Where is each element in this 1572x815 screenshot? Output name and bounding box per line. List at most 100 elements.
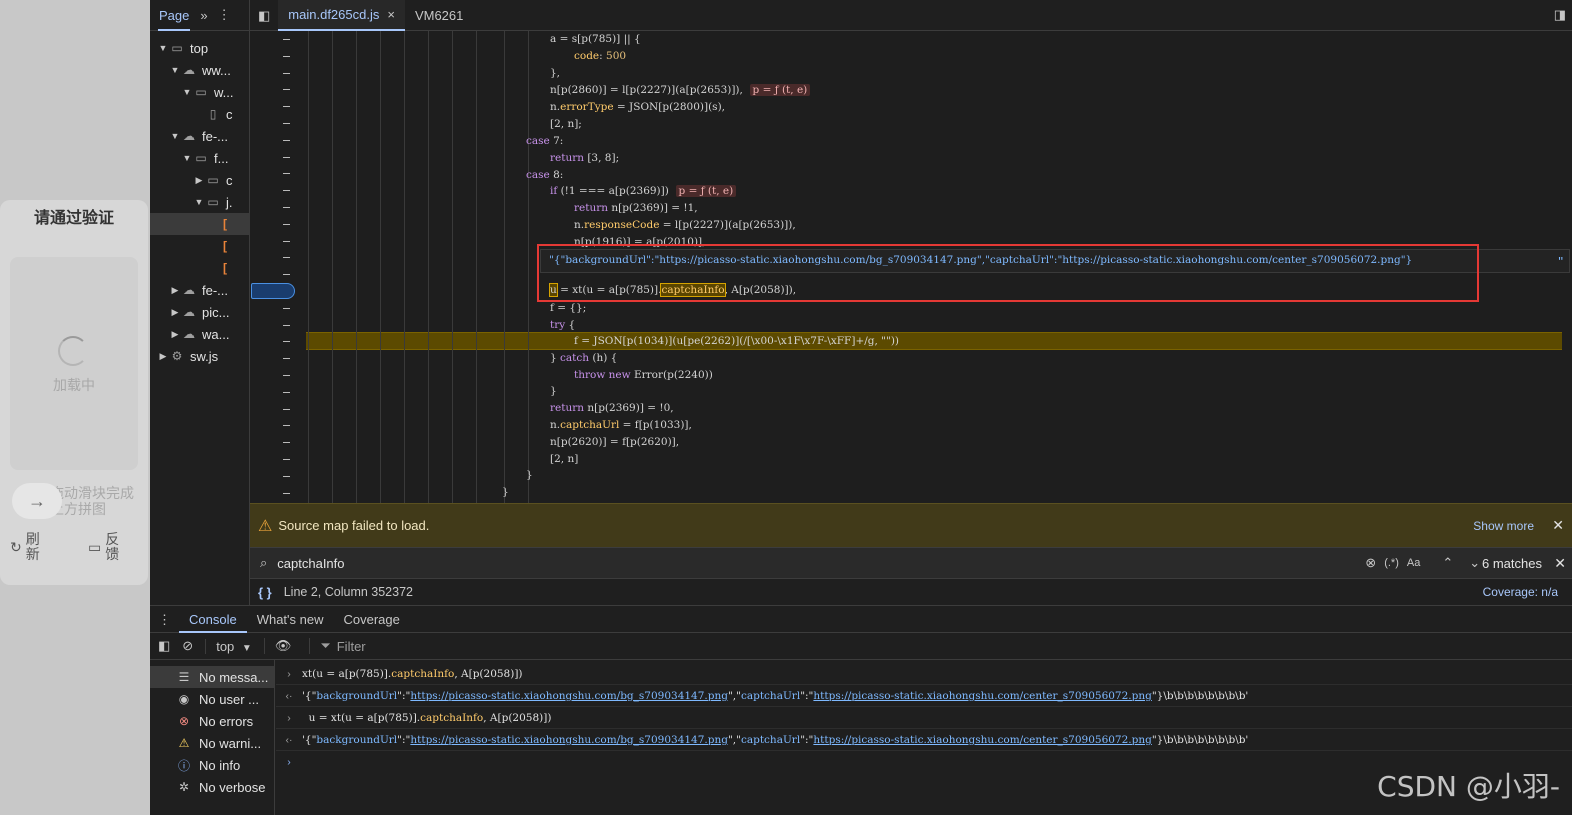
tab-vm6261[interactable]: VM6261 [405, 0, 473, 31]
sidebar-toggle-icon[interactable]: ◧ [158, 638, 170, 654]
code-line[interactable]: n[p(2620)] = f[p(2620)], [550, 434, 679, 451]
match-case-toggle[interactable]: Aa [1407, 557, 1420, 569]
code-line[interactable]: a = s[p(785)] || { [550, 31, 641, 48]
tree-item[interactable]: ▼ ▭ j. [150, 191, 250, 213]
collapsed-triangle-icon[interactable]: ▶ [194, 175, 204, 186]
drawer-menu-icon[interactable]: ⋮ [150, 606, 179, 633]
console-input-line[interactable]: › xt(u = a[p(785)].captchaInfo, A[p(2058)… [276, 663, 1572, 685]
console-sidebar-item[interactable]: ✲ No verbose [150, 776, 274, 798]
toggle-debugger-icon[interactable]: ◨ [1554, 7, 1566, 23]
tree-item[interactable]: ▯ c [150, 103, 250, 125]
code-line[interactable]: } [526, 467, 533, 484]
gutter-marker[interactable] [283, 139, 290, 141]
gutter-marker[interactable] [283, 408, 290, 410]
console-result-line[interactable]: ‹· '{"backgroundUrl":"https://picasso-sta… [276, 685, 1572, 707]
code-line[interactable]: n.captchaUrl = f[p(1033)], [550, 417, 692, 434]
code-line[interactable]: n[p(2860)] = l[p(2227)](a[p(2653)]), p =… [550, 82, 811, 99]
code-line[interactable]: if (!1 === a[p(2369)]) p = ƒ (t, e) [550, 183, 737, 200]
tree-item[interactable]: ▶ ☁ fe-... [150, 279, 250, 301]
close-icon[interactable]: × [387, 0, 395, 30]
code-line[interactable]: try { [550, 317, 575, 334]
gutter-marker[interactable] [283, 492, 290, 494]
show-more-link[interactable]: Show more [1473, 519, 1534, 533]
refresh-button[interactable]: ↻ 刷新 [10, 530, 65, 564]
gutter-marker[interactable] [283, 240, 290, 242]
tree-item[interactable]: [ [150, 257, 250, 279]
code-line[interactable]: return n[p(2369)] = !0, [550, 400, 674, 417]
toggle-navigator-icon[interactable]: ◧ [250, 0, 278, 31]
breakpoint-marker[interactable] [251, 283, 295, 299]
gutter-marker[interactable] [283, 207, 290, 208]
clear-console-icon[interactable]: ⊘ [182, 638, 193, 654]
more-tabs-icon[interactable]: » [200, 8, 207, 23]
tree-item[interactable]: ▼ ☁ ww... [150, 59, 250, 81]
tree-item[interactable]: ▶ ☁ pic... [150, 301, 250, 323]
expanded-triangle-icon[interactable]: ▼ [182, 153, 192, 163]
collapsed-triangle-icon[interactable]: ▶ [170, 307, 180, 318]
collapsed-triangle-icon[interactable]: ▶ [170, 285, 180, 296]
close-icon[interactable]: ✕ [1552, 517, 1564, 534]
gutter-marker[interactable] [283, 475, 290, 477]
collapsed-triangle-icon[interactable]: ▶ [170, 329, 180, 340]
code-line[interactable]: return [3, 8]; [550, 150, 619, 167]
expanded-triangle-icon[interactable]: ▼ [158, 43, 168, 53]
console-filter[interactable]: ⏷ Filter [309, 638, 366, 654]
gutter-marker[interactable] [283, 123, 290, 124]
tree-item[interactable]: [ [150, 235, 250, 257]
gutter-marker[interactable] [283, 106, 290, 108]
code-line[interactable]: [2, n]; [550, 116, 582, 133]
console-sidebar-item[interactable]: ⚠ No warni... [150, 732, 274, 754]
gutter-marker[interactable] [283, 190, 290, 192]
tab-coverage[interactable]: Coverage [334, 606, 410, 633]
gutter-marker[interactable] [283, 89, 290, 91]
line-gutter[interactable] [250, 31, 302, 503]
expanded-triangle-icon[interactable]: ▼ [170, 65, 180, 75]
code-line[interactable]: n.errorType = JSON[p(2800)](s), [550, 99, 725, 116]
regex-toggle[interactable]: (.*) [1384, 557, 1399, 569]
tree-item[interactable]: ▼ ▭ top [150, 37, 250, 59]
coverage-status[interactable]: Coverage: n/a [1483, 585, 1558, 599]
code-line[interactable]: f = {}; [550, 300, 586, 317]
tree-item[interactable]: ▼ ▭ w... [150, 81, 250, 103]
gutter-marker[interactable] [283, 391, 290, 393]
pretty-print-icon[interactable]: { } [258, 585, 272, 600]
gutter-marker[interactable] [283, 324, 290, 326]
console-input-line[interactable]: › u = xt(u = a[p(785)].captchaInfo, A[p(… [276, 707, 1572, 729]
console-sidebar-item[interactable]: ☰ No messa... [150, 666, 274, 688]
tree-item[interactable]: ▶ ⚙ sw.js [150, 345, 250, 367]
close-icon[interactable]: ✕ [1554, 555, 1566, 572]
clear-search-icon[interactable]: ⊗ [1365, 555, 1376, 571]
expanded-triangle-icon[interactable]: ▼ [194, 197, 204, 207]
context-selector[interactable]: top ▼ [205, 638, 252, 654]
search-input[interactable] [277, 555, 1358, 571]
code-line[interactable]: throw new Error(p(2240)) [574, 367, 713, 384]
code-line[interactable]: f = JSON[p(1034)](u[pe(2262)](/[\x00-\x1… [574, 333, 899, 350]
code-line[interactable]: [2, n] [550, 451, 578, 468]
slider-handle[interactable]: → [12, 483, 62, 519]
code-line[interactable]: } [550, 383, 557, 400]
gutter-marker[interactable] [283, 173, 290, 175]
gutter-marker[interactable] [283, 459, 290, 460]
code-line[interactable]: }, [550, 65, 560, 82]
gutter-marker[interactable] [283, 39, 290, 40]
console-sidebar-item[interactable]: ◉ No user ... [150, 688, 274, 710]
code-line[interactable]: return n[p(2369)] = !1, [574, 200, 698, 217]
code-line[interactable]: } [502, 484, 509, 501]
gutter-marker[interactable] [283, 257, 290, 259]
gutter-marker[interactable] [283, 307, 290, 309]
menu-icon[interactable]: ⋮ [218, 7, 231, 23]
code-line[interactable]: case 7: [526, 133, 563, 150]
tree-item[interactable]: ▼ ▭ f... [150, 147, 250, 169]
gutter-marker[interactable] [283, 341, 290, 343]
gutter-marker[interactable] [283, 274, 290, 276]
collapsed-triangle-icon[interactable]: ▶ [158, 351, 168, 362]
tab-console[interactable]: Console [179, 606, 247, 633]
console-result-line[interactable]: ‹· '{"backgroundUrl":"https://picasso-sta… [276, 729, 1572, 751]
code-line[interactable]: code: 500 [574, 48, 626, 65]
gutter-marker[interactable] [283, 156, 290, 158]
tab-whats-new[interactable]: What's new [247, 606, 334, 633]
code-line[interactable]: case 8: [526, 167, 563, 184]
tab-page[interactable]: Page [158, 0, 191, 31]
previous-match-icon[interactable]: ⌃ [1442, 555, 1453, 571]
tab-main-js[interactable]: main.df265cd.js × [278, 0, 405, 31]
